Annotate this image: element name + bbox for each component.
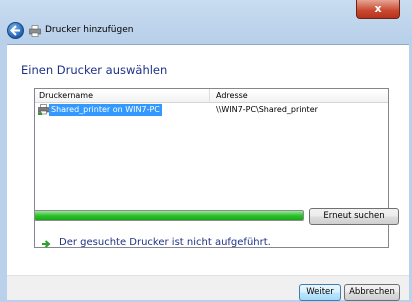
title-bar: x Drucker hinzufügen <box>0 0 412 44</box>
next-button[interactable]: Weiter <box>299 284 341 301</box>
printer-not-listed-link[interactable]: Der gesuchte Drucker ist nicht aufgeführ… <box>59 237 271 248</box>
window-title: Drucker hinzufügen <box>45 25 134 35</box>
back-button[interactable] <box>7 22 24 39</box>
green-arrow-icon <box>42 240 51 248</box>
list-header: Druckername Adresse <box>35 89 388 103</box>
back-arrow-icon <box>10 25 20 36</box>
shared-printer-icon <box>38 104 49 115</box>
page-heading: Einen Drucker auswählen <box>21 63 168 77</box>
search-progress-bar <box>34 210 304 221</box>
wizard-content: Einen Drucker auswählen Druckername Adre… <box>7 44 409 286</box>
column-header-name[interactable]: Druckername <box>39 91 93 100</box>
search-again-button[interactable]: Erneut suchen <box>309 208 399 225</box>
close-button[interactable]: x <box>356 0 400 19</box>
printer-icon <box>29 25 41 37</box>
column-header-address[interactable]: Adresse <box>216 91 248 100</box>
printer-address-cell: \\WIN7-PC\Shared_printer <box>216 105 318 114</box>
progress-fill <box>35 211 303 220</box>
column-divider[interactable] <box>209 89 210 102</box>
cancel-button[interactable]: Abbrechen <box>344 284 400 301</box>
printer-name-cell[interactable]: Shared_printer on WIN7-PC <box>49 104 162 116</box>
printer-row[interactable]: Shared_printer on WIN7-PC \\WIN7-PC\Shar… <box>36 104 387 116</box>
